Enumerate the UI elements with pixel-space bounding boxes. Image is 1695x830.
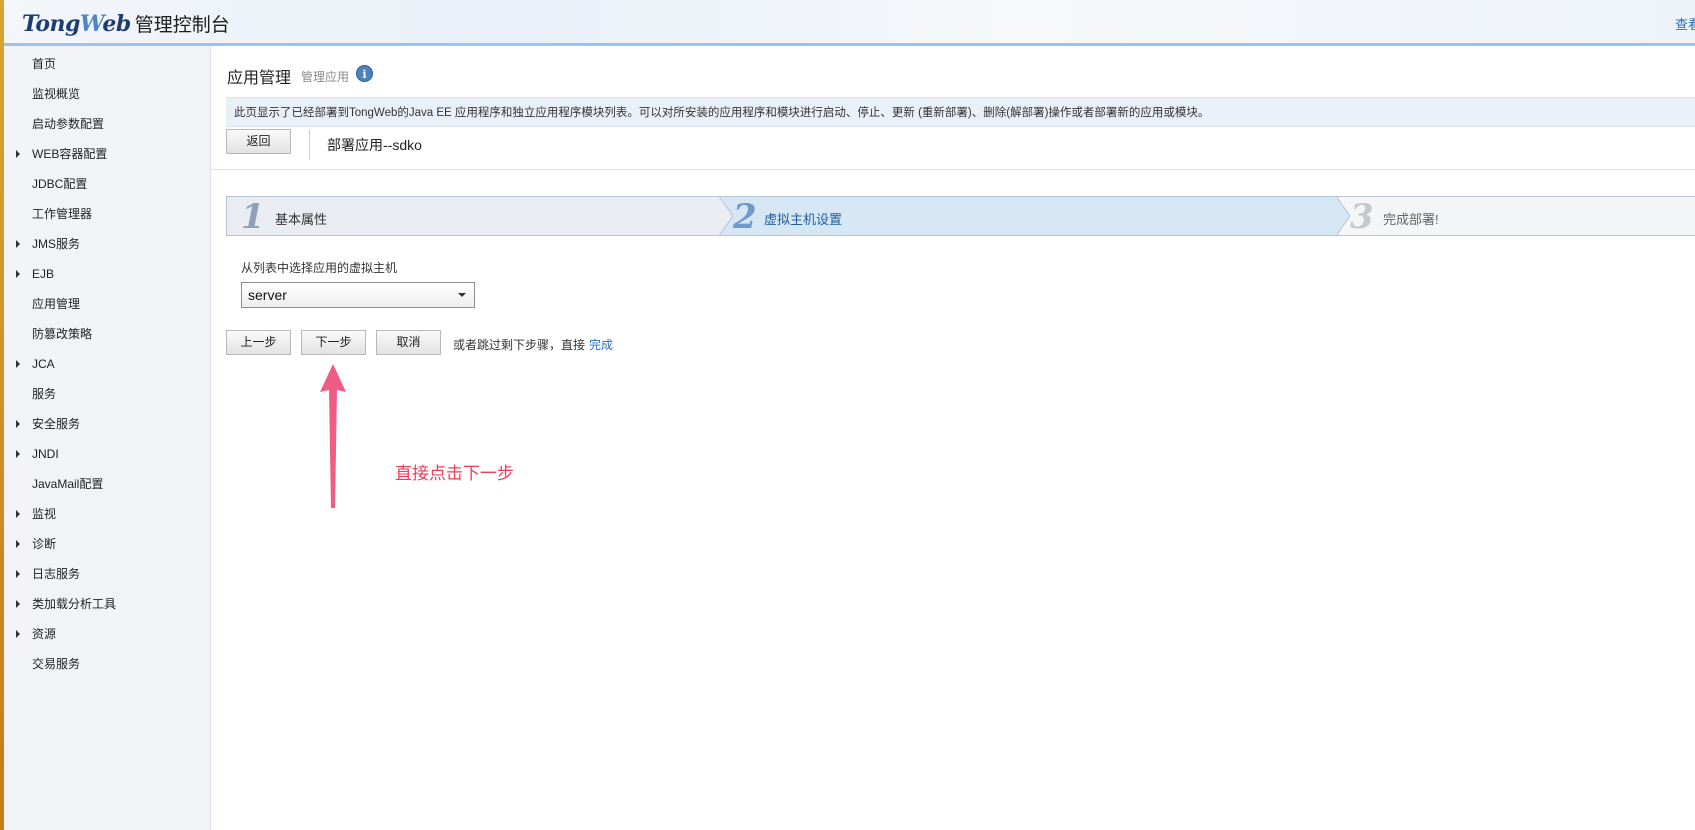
header-view-link[interactable]: 查看 [1675,14,1695,33]
page-subtitle: 管理应用 [301,70,350,84]
sidebar-item[interactable]: 监视 [4,499,211,529]
sidebar-item[interactable]: 启动参数配置 [4,109,211,139]
logo-brand-w: W [79,11,103,37]
sidebar-item[interactable]: JCA [4,349,211,379]
select-value: server [248,287,287,303]
logo-suffix: 管理控制台 [134,15,230,36]
sidebar-item[interactable]: JMS服务 [4,229,211,259]
sidebar-item-label: JDBC配置 [32,177,88,191]
sidebar-item-label: 诊断 [32,537,57,551]
expand-arrow-icon[interactable] [16,150,20,158]
sidebar-item-label: 工作管理器 [32,207,93,221]
header-bar: TongWeb 管理控制台 查看 [4,0,1695,46]
sidebar-item[interactable]: JavaMail配置 [4,469,211,499]
sidebar-item-label: 服务 [32,387,57,401]
wizard-step-2-active: 2 虚拟主机设置 [719,196,1336,236]
info-icon[interactable]: i [356,65,373,82]
step-label: 基本属性 [275,212,328,227]
sidebar-item[interactable]: 安全服务 [4,409,211,439]
deploy-title: 部署应用--sdko [327,137,422,153]
virtual-host-label: 从列表中选择应用的虚拟主机 [241,261,398,275]
sidebar-item-label: JavaMail配置 [32,477,104,491]
sidebar-item[interactable]: 诊断 [4,529,211,559]
expand-arrow-icon[interactable] [16,240,20,248]
sidebar-item[interactable]: 类加载分析工具 [4,589,211,619]
wizard-step-1: 1 基本属性 [226,196,719,236]
sidebar-item-label: EJB [32,267,55,281]
sidebar-item[interactable]: EJB [4,259,211,289]
finish-link[interactable]: 完成 [589,338,613,352]
annotation-arrow-up-icon [320,364,346,508]
expand-arrow-icon[interactable] [16,420,20,428]
sidebar-item[interactable]: JNDI [4,439,211,469]
sidebar-item-label: 监视 [32,507,57,521]
toolbar-divider [309,130,310,160]
virtual-host-select[interactable]: server [241,282,475,308]
next-step-button[interactable]: 下一步 [301,330,366,355]
step-separator-chevron-icon [1336,196,1350,236]
prev-step-button[interactable]: 上一步 [226,330,291,355]
step-label: 完成部署! [1383,212,1439,227]
logo-brand-part: Tong [22,11,80,37]
sidebar-item[interactable]: 日志服务 [4,559,211,589]
sidebar-item[interactable]: 监视概览 [4,79,211,109]
sidebar-item-label: 类加载分析工具 [32,597,117,611]
sidebar-item[interactable]: 服务 [4,379,211,409]
back-button[interactable]: 返回 [226,129,291,154]
sidebar-item-label: JCA [32,357,55,371]
sidebar-item-label: 资源 [32,627,57,641]
step-number: 2 [733,197,757,237]
sidebar-item-label: JMS服务 [32,237,81,251]
expand-arrow-icon[interactable] [16,360,20,368]
sidebar-item[interactable]: 工作管理器 [4,199,211,229]
sidebar-item-label: JNDI [32,447,59,461]
sidebar-item-label: 交易服务 [32,657,81,671]
expand-arrow-icon[interactable] [16,570,20,578]
expand-arrow-icon[interactable] [16,630,20,638]
expand-arrow-icon[interactable] [16,450,20,458]
expand-arrow-icon[interactable] [16,600,20,608]
step-number: 1 [241,197,265,237]
wizard-steps: 1 基本属性 2 虚拟主机设置 3 完成部署! [226,196,1695,236]
main-content: 应用管理 管理应用 i 此页显示了已经部署到TongWeb的Java EE 应用… [211,46,1695,830]
sidebar-item-label: 安全服务 [32,417,81,431]
sidebar-item[interactable]: 交易服务 [4,649,211,679]
sidebar-item-label: WEB容器配置 [32,147,108,161]
page-title: 应用管理 [227,70,292,87]
expand-arrow-icon[interactable] [16,270,20,278]
skip-hint-text: 或者跳过剩下步骤，直接 [453,338,586,352]
sidebar-item[interactable]: WEB容器配置 [4,139,211,169]
info-description: 此页显示了已经部署到TongWeb的Java EE 应用程序和独立应用程序模块列… [226,97,1695,127]
sidebar-item-label: 监视概览 [32,87,81,101]
logo-brand-part: eb [102,11,131,37]
expand-arrow-icon[interactable] [16,540,20,548]
sidebar-item-label: 日志服务 [32,567,81,581]
sidebar-item[interactable]: JDBC配置 [4,169,211,199]
sidebar-item[interactable]: 首页 [4,49,211,79]
section-divider [211,169,1695,170]
sidebar-item[interactable]: 资源 [4,619,211,649]
wizard-step-3: 3 完成部署! [1336,196,1695,236]
sidebar-item-label: 应用管理 [32,297,81,311]
skip-hint: 或者跳过剩下步骤，直接 完成 [453,336,613,353]
sidebar-nav: 首页监视概览启动参数配置 WEB容器配置 JDBC配置 工作管理器 JMS服务 EJB 应用… [4,46,211,830]
sidebar-item-label: 防篡改策略 [32,327,93,341]
sidebar-item-label: 启动参数配置 [32,117,105,131]
step-number: 3 [1350,197,1374,237]
cancel-button[interactable]: 取消 [376,330,441,355]
sidebar-item[interactable]: 应用管理 [4,289,211,319]
logo-brand: TongWeb [22,11,131,37]
step-separator-chevron-icon [719,196,733,236]
sidebar-item-label: 首页 [32,57,57,71]
expand-arrow-icon[interactable] [16,510,20,518]
annotation-text: 直接点击下一步 [395,464,514,483]
chevron-down-icon [458,293,466,297]
sidebar-item[interactable]: 防篡改策略 [4,319,211,349]
step-label: 虚拟主机设置 [764,212,843,227]
tongweb-logo: TongWeb 管理控制台 [22,10,230,37]
